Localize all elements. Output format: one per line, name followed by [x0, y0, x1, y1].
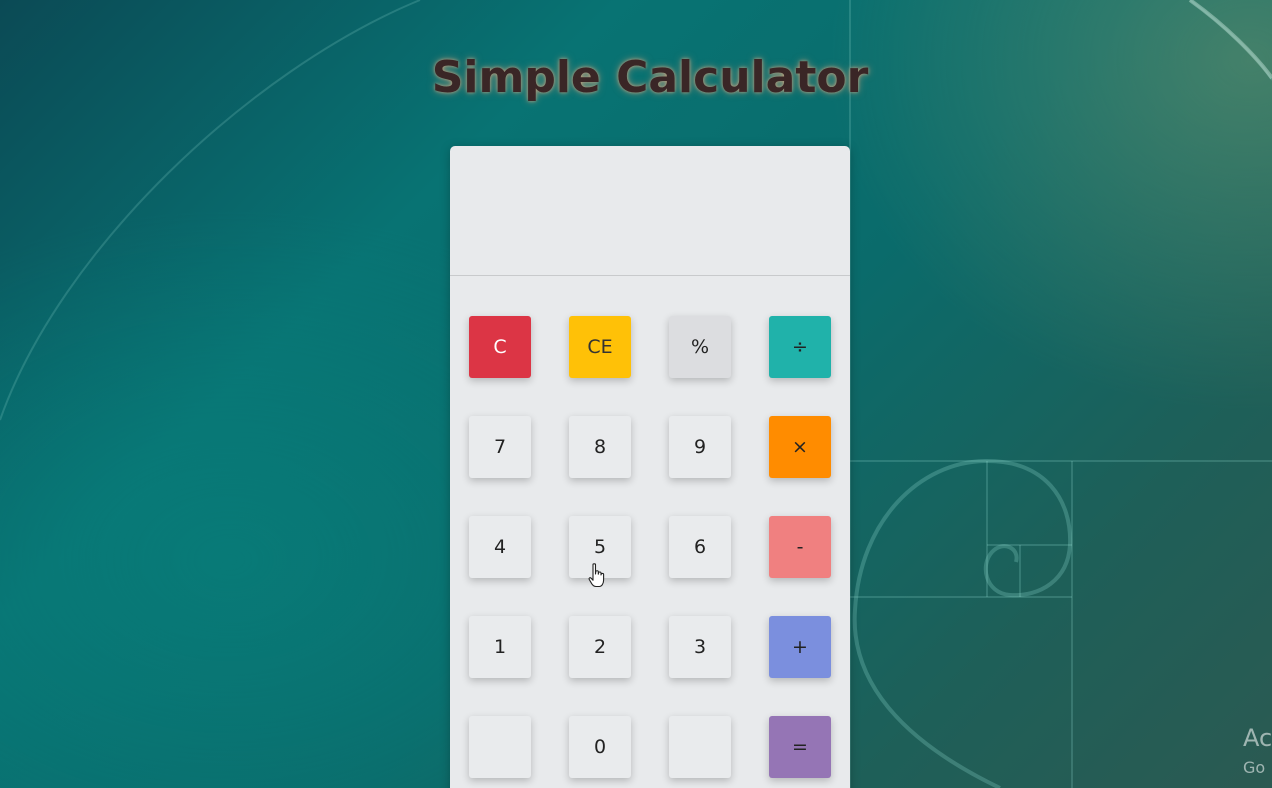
percent-button[interactable]: % — [669, 316, 731, 378]
page-title: Simple Calculator — [431, 52, 869, 103]
multiply-button[interactable]: × — [769, 416, 831, 478]
calculator-display — [450, 146, 850, 276]
digit-7-button[interactable]: 7 — [469, 416, 531, 478]
clear-entry-button[interactable]: CE — [569, 316, 631, 378]
digit-9-button[interactable]: 9 — [669, 416, 731, 478]
activation-watermark-subtitle: Go — [1243, 758, 1266, 777]
divide-button[interactable]: ÷ — [769, 316, 831, 378]
activation-watermark-title: Ac — [1243, 724, 1272, 752]
digit-5-button[interactable]: 5 — [569, 516, 631, 578]
calculator: C CE % ÷ 7 8 9 × 4 5 6 - 1 2 3 + 0 = — [450, 146, 850, 788]
subtract-button[interactable]: - — [769, 516, 831, 578]
blank-left-button[interactable] — [469, 716, 531, 778]
digit-2-button[interactable]: 2 — [569, 616, 631, 678]
digit-6-button[interactable]: 6 — [669, 516, 731, 578]
digit-3-button[interactable]: 3 — [669, 616, 731, 678]
clear-button[interactable]: C — [469, 316, 531, 378]
digit-4-button[interactable]: 4 — [469, 516, 531, 578]
blank-right-button[interactable] — [669, 716, 731, 778]
add-button[interactable]: + — [769, 616, 831, 678]
equals-button[interactable]: = — [769, 716, 831, 778]
digit-8-button[interactable]: 8 — [569, 416, 631, 478]
digit-1-button[interactable]: 1 — [469, 616, 531, 678]
digit-0-button[interactable]: 0 — [569, 716, 631, 778]
